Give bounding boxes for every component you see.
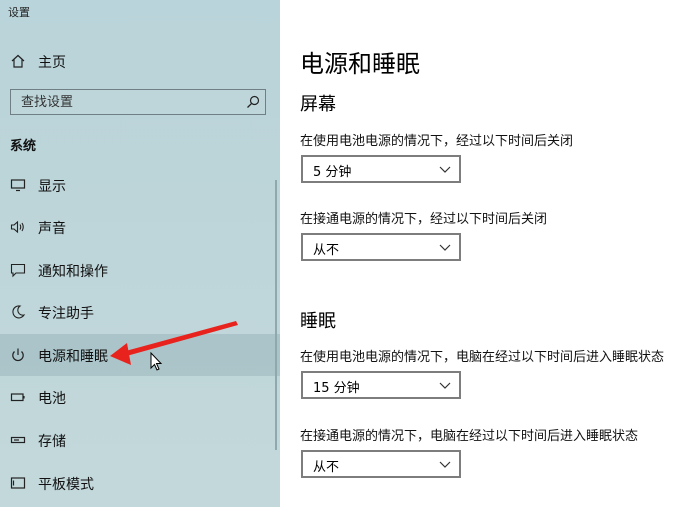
moon-icon — [12, 305, 26, 319]
search-input[interactable] — [11, 90, 237, 114]
section-title-screen: 屏幕 — [300, 94, 336, 115]
page-title: 电源和睡眠 — [300, 50, 420, 78]
sidebar-item-label: 通知和操作 — [38, 264, 108, 280]
storage-icon — [10, 436, 26, 444]
dropdown-value: 从不 — [313, 460, 340, 475]
chevron-down-icon — [439, 244, 451, 251]
sidebar-item-label: 电池 — [38, 391, 66, 407]
screen-battery-dropdown[interactable]: 5 分钟 — [301, 155, 461, 183]
sidebar-item-home[interactable]: 主页 — [0, 46, 280, 76]
message-icon — [10, 263, 26, 278]
battery-icon — [10, 393, 25, 402]
sleep-plugged-label: 在接通电源的情况下，电脑在经过以下时间后进入睡眠状态 — [300, 429, 639, 444]
dropdown-value: 15 分钟 — [313, 381, 360, 396]
sidebar-item-display[interactable]: 显示 — [0, 164, 280, 206]
sidebar-item-label: 平板模式 — [38, 477, 94, 493]
window-title: 设置 — [8, 6, 30, 19]
sidebar-item-label: 专注助手 — [38, 306, 94, 322]
chevron-down-icon — [439, 461, 451, 468]
screen-battery-label: 在使用电池电源的情况下，经过以下时间后关闭 — [300, 134, 574, 149]
sleep-battery-dropdown[interactable]: 15 分钟 — [301, 371, 461, 399]
sidebar-item-battery[interactable]: 电池 — [0, 376, 280, 418]
sidebar-item-storage[interactable]: 存储 — [0, 419, 280, 461]
sidebar-item-sound[interactable]: 声音 — [0, 206, 280, 248]
speaker-icon — [10, 220, 24, 234]
chevron-down-icon — [439, 382, 451, 389]
sidebar-scrollbar[interactable] — [275, 180, 277, 450]
sidebar-item-label: 电源和睡眠 — [38, 349, 108, 365]
screen-plugged-dropdown[interactable]: 从不 — [301, 233, 461, 261]
screen-plugged-label: 在接通电源的情况下，经过以下时间后关闭 — [300, 212, 548, 227]
sidebar-item-power-sleep[interactable]: 电源和睡眠 — [0, 334, 280, 376]
sidebar-item-notifications[interactable]: 通知和操作 — [0, 249, 280, 291]
search-icon[interactable] — [245, 94, 261, 110]
tablet-icon — [10, 477, 26, 489]
sidebar-item-focus-assist[interactable]: 专注助手 — [0, 291, 280, 333]
dropdown-value: 从不 — [313, 243, 340, 258]
sidebar-item-label: 存储 — [38, 434, 66, 450]
monitor-icon — [10, 179, 26, 192]
home-icon — [11, 54, 25, 68]
dropdown-value: 5 分钟 — [313, 165, 352, 180]
power-icon — [12, 348, 24, 362]
sidebar-item-label: 主页 — [38, 55, 66, 71]
section-label-system: 系统 — [10, 139, 37, 154]
sidebar: 设置 主页 系统 显示 声音 通知和操作 — [0, 0, 280, 507]
sleep-battery-label: 在使用电池电源的情况下，电脑在经过以下时间后进入睡眠状态 — [300, 350, 665, 365]
section-title-sleep: 睡眠 — [300, 311, 336, 332]
main-content: 电源和睡眠 屏幕 在使用电池电源的情况下，经过以下时间后关闭 5 分钟 在接通电… — [280, 0, 700, 507]
sidebar-item-label: 声音 — [38, 221, 66, 237]
sleep-plugged-dropdown[interactable]: 从不 — [301, 450, 461, 478]
search-box[interactable] — [10, 89, 266, 115]
chevron-down-icon — [439, 166, 451, 173]
sidebar-item-label: 显示 — [38, 179, 66, 195]
sidebar-item-tablet-mode[interactable]: 平板模式 — [0, 462, 280, 504]
